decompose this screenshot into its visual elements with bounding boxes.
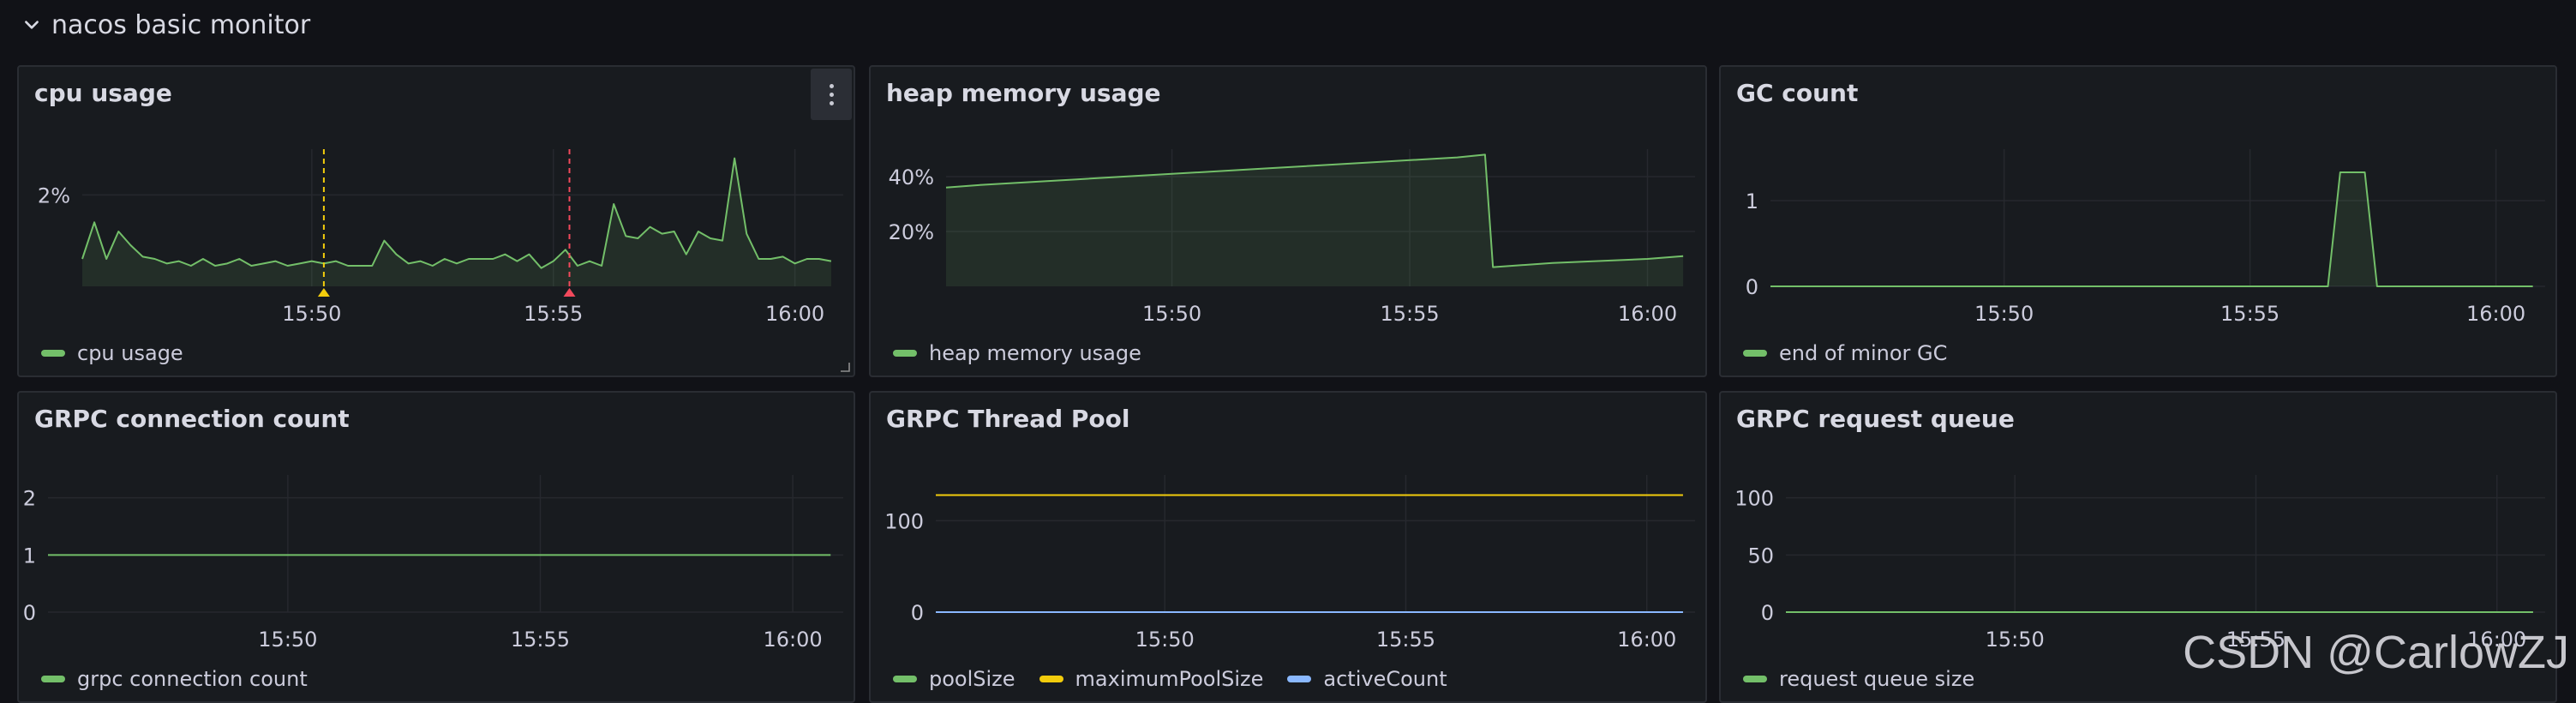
y-tick-label: 1 [23,544,36,568]
legend-item[interactable]: poolSize [893,667,1015,691]
x-tick-label: 15:50 [1135,628,1195,652]
legend-swatch [1287,676,1312,682]
panel-menu-icon[interactable] [811,69,852,120]
y-tick-label: 2 [23,487,36,511]
legend-label: request queue size [1779,667,1975,691]
series-area-fill [1770,172,2533,286]
panel-title[interactable]: GRPC request queue [1736,405,2015,433]
legend-swatch [41,350,65,357]
x-tick-label: 15:50 [282,302,341,326]
panel-grpc-thread-pool[interactable]: 15:50 15:55 16:00 100 0 GRPC Thread Pool poolS… [869,391,1707,703]
x-tick-label: 16:00 [1617,628,1676,652]
legend-item[interactable]: request queue size [1743,667,1974,691]
series-area-fill [82,158,831,286]
x-tick-label: 15:50 [1986,628,2045,652]
series-line-end-of-minor-gc [1770,171,2533,287]
legend-swatch [1743,350,1767,357]
legend-item[interactable]: heap memory usage [893,341,1141,365]
x-tick-label: 15:55 [1376,628,1435,652]
y-tick-label: 0 [1761,601,1774,625]
legend-label: heap memory usage [929,341,1141,365]
plot-area[interactable]: 15:50 15:55 16:00 2 1 0 [19,393,854,701]
plot-area[interactable]: 15:50 15:55 16:00 40% 20% [871,67,1705,376]
legend-label: cpu usage [77,341,183,365]
x-tick-label: 15:50 [1974,302,2034,326]
legend-item[interactable]: activeCount [1287,667,1447,691]
x-tick-label: 15:50 [1142,302,1201,326]
panel-title[interactable]: heap memory usage [886,79,1161,107]
legend-swatch [893,350,917,357]
watermark: CSDN @CarlowZJ [2183,627,2569,678]
legend-swatch [1039,676,1063,682]
y-tick-label: 20% [889,220,934,244]
legend: end of minor GC [1743,341,1947,365]
legend-label: grpc connection count [77,667,308,691]
panel-heap-memory-usage[interactable]: 15:50 15:55 16:00 40% 20% heap memory usage he… [869,65,1707,377]
x-tick-label: 15:55 [524,302,583,326]
resize-handle-icon[interactable] [838,360,850,372]
legend-label: poolSize [929,667,1015,691]
x-tick-label: 15:50 [258,628,317,652]
panel-grpc-connection-count[interactable]: 15:50 15:55 16:00 2 1 0 GRPC connection count g… [17,391,855,703]
y-tick-label: 1 [1746,189,1758,213]
plot-area[interactable]: 15:50 15:55 16:00 1 0 [1721,67,2555,376]
legend: grpc connection count [41,667,308,691]
series-area-fill [946,154,1684,286]
y-tick-label: 100 [1734,487,1774,511]
legend: poolSize maximumPoolSize activeCount [893,667,1447,691]
x-tick-label: 16:00 [2466,302,2525,326]
y-tick-label: 0 [1746,275,1758,299]
row-title: nacos basic monitor [51,9,311,40]
legend-swatch [1743,676,1767,682]
x-tick-label: 16:00 [765,302,824,326]
x-tick-label: 16:00 [1618,302,1677,326]
legend: heap memory usage [893,341,1141,365]
legend: request queue size [1743,667,1974,691]
y-tick-label: 40% [889,165,934,189]
y-tick-label: 0 [23,601,36,625]
y-tick-label: 0 [911,601,924,625]
legend-item[interactable]: grpc connection count [41,667,308,691]
panel-title[interactable]: cpu usage [34,79,172,107]
panel-title[interactable]: GRPC connection count [34,405,350,433]
x-tick-label: 16:00 [763,628,822,652]
x-tick-label: 15:55 [2220,302,2279,326]
legend-item[interactable]: maximumPoolSize [1039,667,1264,691]
legend-item[interactable]: end of minor GC [1743,341,1947,365]
legend-label: maximumPoolSize [1075,667,1264,691]
plot-area[interactable]: 15:50 15:55 16:00 2% [19,67,854,376]
x-tick-label: 15:55 [1380,302,1439,326]
legend-label: activeCount [1323,667,1447,691]
panel-gc-count[interactable]: 15:50 15:55 16:00 1 0 GC count end of minor GC [1719,65,2557,377]
y-tick-label: 100 [884,509,924,533]
panel-cpu-usage[interactable]: 15:50 15:55 16:00 2% cpu usage cpu usage [17,65,855,377]
legend-swatch [41,676,65,682]
y-tick-label: 2% [38,183,70,207]
plot-area[interactable]: 15:50 15:55 16:00 100 0 [871,393,1705,701]
chevron-down-icon [25,21,39,29]
legend: cpu usage [41,341,183,365]
panel-title[interactable]: GRPC Thread Pool [886,405,1129,433]
row-collapse-toggle[interactable]: nacos basic monitor [22,7,310,43]
y-tick-label: 50 [1747,544,1774,568]
legend-label: end of minor GC [1779,341,1948,365]
legend-item[interactable]: cpu usage [41,341,183,365]
x-tick-label: 15:55 [511,628,570,652]
annotation-marker-icon[interactable] [563,288,576,297]
annotation-marker-icon[interactable] [317,288,330,297]
legend-swatch [893,676,917,682]
panel-title[interactable]: GC count [1736,79,1858,107]
